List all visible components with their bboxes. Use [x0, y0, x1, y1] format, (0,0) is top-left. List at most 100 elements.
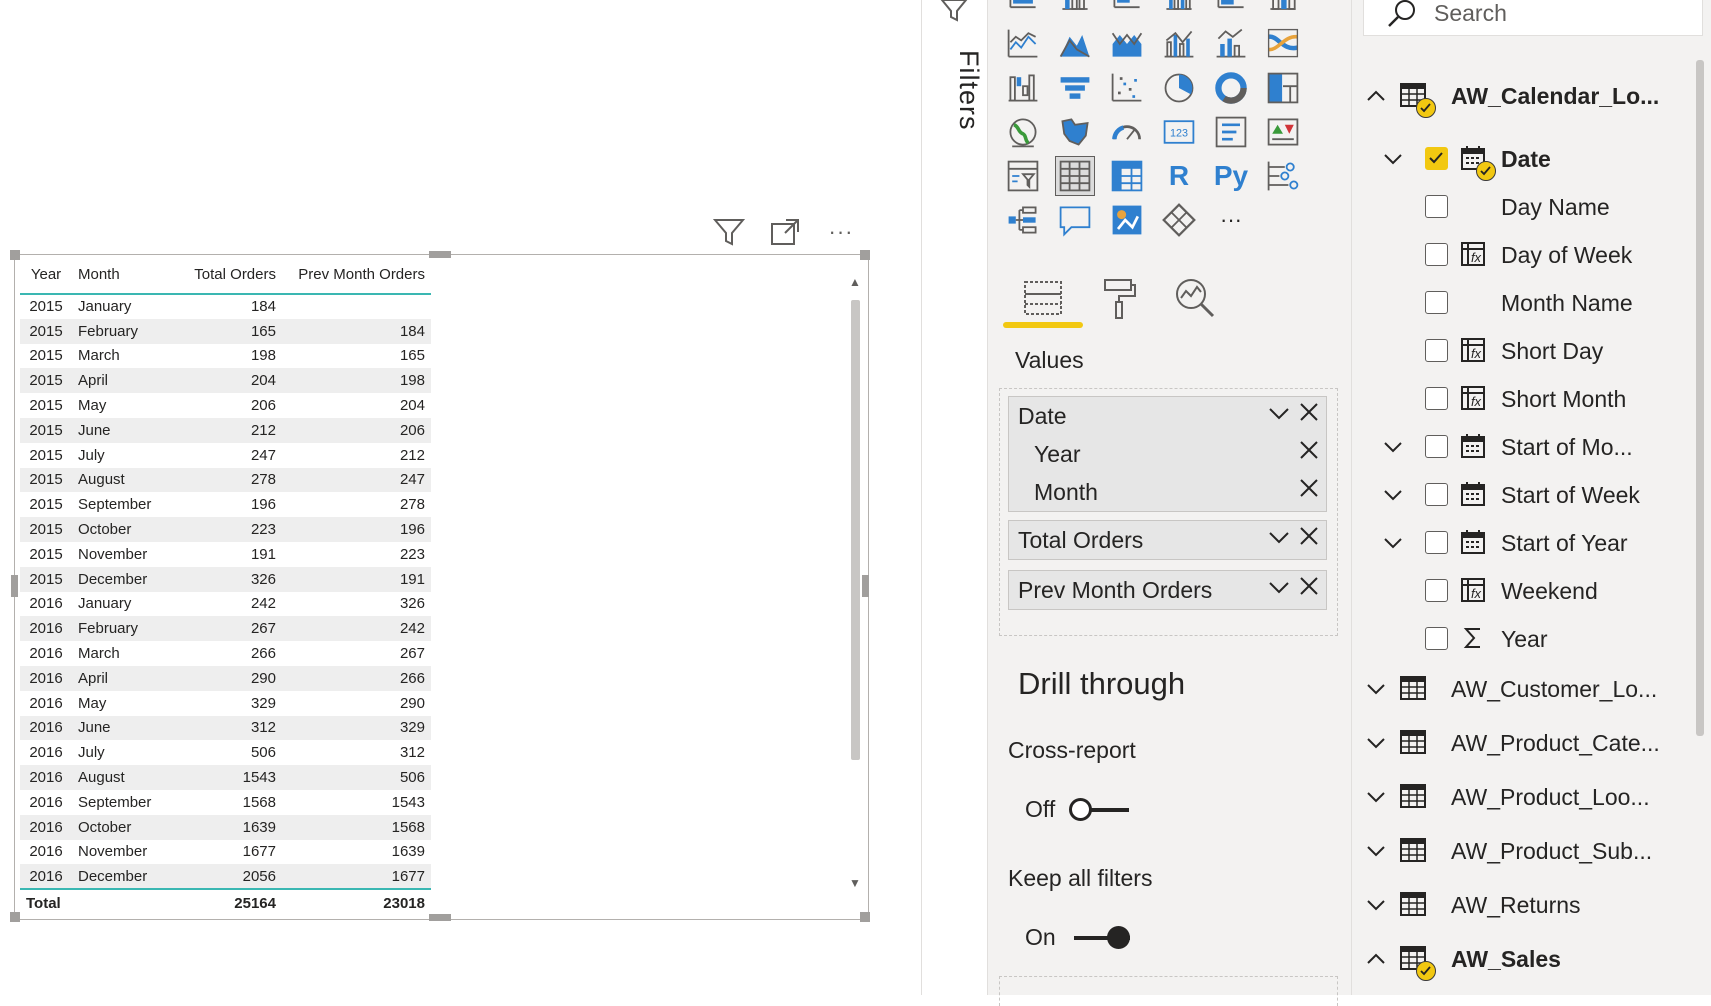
field-item-month-name[interactable]: Month Name [1352, 283, 1692, 323]
search-input[interactable] [1434, 0, 1674, 27]
values-well[interactable]: Date Year Month Total Orders Prev Month … [999, 388, 1338, 636]
chevron-down-icon[interactable] [1267, 525, 1291, 555]
field-pill-year[interactable]: Year [1009, 435, 1326, 473]
line-clustered-column-icon[interactable] [1159, 24, 1199, 64]
field-checkbox[interactable] [1425, 339, 1448, 362]
resize-handle[interactable] [429, 251, 451, 258]
field-item-day-name[interactable]: Day Name [1352, 187, 1692, 227]
python-visual-icon[interactable]: Py [1211, 156, 1251, 196]
table-row[interactable]: 2015 July 247 212 [20, 443, 431, 468]
table-row[interactable]: 2015 November 191 223 [20, 542, 431, 567]
scroll-down-icon[interactable]: ▼ [847, 875, 863, 891]
column-header-prev-month-orders[interactable]: Prev Month Orders [282, 256, 431, 295]
chevron-down-icon[interactable] [1362, 837, 1390, 865]
filters-pane-label[interactable]: Filters [924, 50, 984, 150]
field-checkbox[interactable] [1425, 195, 1448, 218]
multi-row-card-icon[interactable] [1211, 112, 1251, 152]
fields-table-customer[interactable]: AW_Customer_Lo... [1352, 669, 1692, 709]
decomposition-tree-icon[interactable] [1003, 200, 1043, 240]
table-row[interactable]: 2016 May 329 290 [20, 691, 431, 716]
fields-scrollbar[interactable] [1696, 60, 1704, 736]
table-row[interactable]: 2016 December 2056 1677 [20, 864, 431, 890]
tab-fields[interactable] [1003, 268, 1083, 328]
filter-icon[interactable] [712, 215, 746, 249]
waterfall-chart-icon[interactable] [1003, 68, 1043, 108]
chevron-down-icon[interactable] [1362, 675, 1390, 703]
chevron-down-icon[interactable] [1379, 529, 1407, 557]
funnel-chart-icon[interactable] [1055, 68, 1095, 108]
table-icon[interactable] [1055, 156, 1095, 196]
table-row[interactable]: 2016 July 506 312 [20, 740, 431, 765]
gauge-icon[interactable] [1107, 112, 1147, 152]
field-checkbox[interactable] [1425, 627, 1448, 650]
line-chart-icon[interactable] [1003, 24, 1043, 64]
fields-table-product-cate[interactable]: AW_Product_Cate... [1352, 723, 1692, 763]
field-item-day-of-week[interactable]: fx Day of Week [1352, 235, 1692, 275]
more-options-icon[interactable]: ··· [824, 215, 858, 249]
ribbon-chart-icon[interactable] [1263, 24, 1303, 64]
field-pill-prev-month-orders[interactable]: Prev Month Orders [1008, 570, 1327, 610]
table-row[interactable]: 2016 March 266 267 [20, 641, 431, 666]
table-row[interactable]: 2015 March 198 165 [20, 344, 431, 369]
table-row[interactable]: 2015 December 326 191 [20, 566, 431, 592]
filters-pane-collapsed[interactable]: Filters [921, 0, 987, 995]
table-row[interactable]: 2015 January 184 [20, 294, 431, 319]
field-item-weekend[interactable]: fx Weekend [1352, 571, 1692, 611]
field-checkbox[interactable] [1425, 147, 1448, 170]
field-item-date[interactable]: Date [1352, 139, 1692, 181]
pie-chart-icon[interactable] [1159, 68, 1199, 108]
table-row[interactable]: 2016 September 1568 1543 [20, 790, 431, 815]
qa-visual-icon[interactable] [1055, 200, 1095, 240]
table-row[interactable]: 2016 January 242 326 [20, 592, 431, 617]
cross-report-toggle[interactable] [1069, 795, 1131, 823]
resize-handle[interactable] [10, 250, 20, 260]
fields-table-calendar[interactable]: AW_Calendar_Lo... [1352, 76, 1692, 118]
table-row[interactable]: 2016 November 1677 1639 [20, 840, 431, 865]
map-icon[interactable] [1003, 112, 1043, 152]
table-row[interactable]: 2016 August 1543 506 [20, 765, 431, 790]
scrollbar-thumb[interactable] [851, 300, 860, 760]
100-bar-chart-icon[interactable] [1211, 0, 1251, 20]
chevron-down-icon[interactable] [1362, 891, 1390, 919]
field-checkbox[interactable] [1425, 435, 1448, 458]
resize-handle[interactable] [11, 575, 18, 597]
table-row[interactable]: 2016 June 312 329 [20, 715, 431, 741]
tab-analytics[interactable] [1155, 268, 1235, 328]
slicer-icon[interactable] [1003, 156, 1043, 196]
filled-map-icon[interactable] [1055, 112, 1095, 152]
field-checkbox[interactable] [1425, 291, 1448, 314]
table-row[interactable]: 2015 May 206 204 [20, 393, 431, 418]
field-checkbox[interactable] [1425, 243, 1448, 266]
table-row[interactable]: 2015 August 278 247 [20, 467, 431, 493]
resize-handle[interactable] [862, 575, 869, 597]
remove-field-icon[interactable] [1298, 439, 1320, 468]
table-row[interactable]: 2015 June 212 206 [20, 417, 431, 443]
field-item-start-of-month[interactable]: Start of Mo... [1352, 427, 1692, 467]
column-header-total-orders[interactable]: Total Orders [184, 256, 282, 295]
stacked-column-chart-icon[interactable] [1055, 0, 1095, 20]
treemap-icon[interactable] [1263, 68, 1303, 108]
column-header-year[interactable]: Year [20, 256, 72, 295]
stacked-bar-chart-icon[interactable] [1003, 0, 1043, 20]
scatter-chart-icon[interactable] [1107, 68, 1147, 108]
remove-field-icon[interactable] [1298, 575, 1320, 604]
chevron-up-icon[interactable] [1362, 82, 1390, 110]
chevron-up-icon[interactable] [1362, 945, 1390, 973]
chevron-down-icon[interactable] [1379, 481, 1407, 509]
table-scrollbar[interactable]: ▲ ▼ [847, 268, 863, 900]
donut-chart-icon[interactable] [1211, 68, 1251, 108]
field-pill-date[interactable]: Date [1009, 397, 1326, 435]
card-icon[interactable]: 123 [1159, 112, 1199, 152]
clustered-bar-chart-icon[interactable] [1107, 0, 1147, 20]
fields-table-product-loo[interactable]: AW_Product_Loo... [1352, 777, 1692, 817]
resize-handle[interactable] [10, 912, 20, 922]
table-row[interactable]: 2016 February 267 242 [20, 616, 431, 642]
area-chart-icon[interactable] [1055, 24, 1095, 64]
field-item-short-month[interactable]: fx Short Month [1352, 379, 1692, 419]
field-checkbox[interactable] [1425, 579, 1448, 602]
chevron-down-icon[interactable] [1267, 575, 1291, 605]
remove-field-icon[interactable] [1298, 525, 1320, 554]
date-field-group[interactable]: Date Year Month [1008, 396, 1327, 512]
chevron-down-icon[interactable] [1379, 145, 1407, 173]
table-row[interactable]: 2015 April 204 198 [20, 368, 431, 394]
